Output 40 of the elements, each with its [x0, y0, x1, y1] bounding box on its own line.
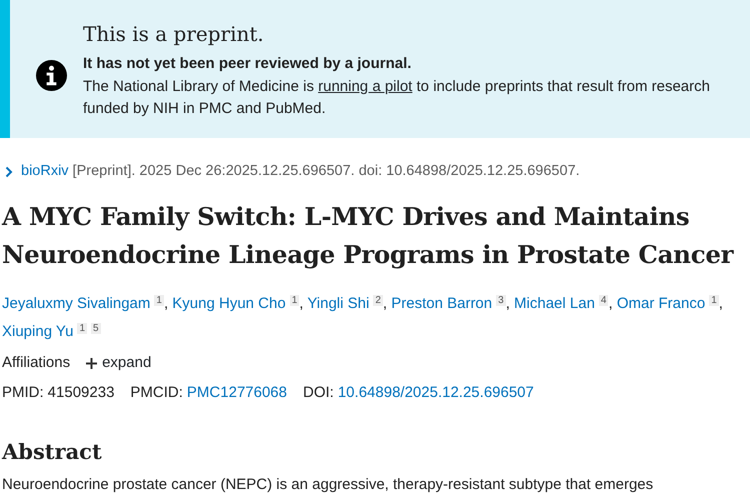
affiliation-number[interactable]: 4: [598, 294, 608, 306]
notice-subtitle: It has not yet been peer reviewed by a journal.: [83, 54, 412, 74]
comma: ,: [164, 294, 168, 312]
affiliation-number[interactable]: 1: [77, 322, 88, 334]
affiliation-number[interactable]: 2: [373, 294, 383, 306]
author-link[interactable]: Michael Lan: [514, 294, 595, 312]
affiliation-number[interactable]: 5: [91, 322, 101, 334]
pilot-link[interactable]: running a pilot: [318, 78, 412, 95]
comma: ,: [718, 294, 723, 312]
notice-title: This is a preprint.: [83, 21, 265, 48]
identifier-link[interactable]: PMC12776068: [186, 384, 287, 402]
affiliations-label: Affiliations: [2, 352, 70, 373]
affiliation-number[interactable]: 1: [709, 294, 719, 306]
comma: ,: [382, 294, 388, 312]
abstract-heading: Abstract: [2, 438, 103, 464]
identifier-value: 41509233: [48, 384, 114, 402]
author-link[interactable]: Preston Barron: [391, 294, 492, 312]
abstract-text: Neuroendocrine prostate cancer (NEPC) is an aggressive, therapy-resistant subtype that emerges: [2, 474, 654, 495]
author-link[interactable]: Xiuping Yu: [2, 322, 74, 340]
author-link[interactable]: Kyung Hyun Cho: [172, 294, 286, 312]
notice-text: The National Library of Medicine is running a pilot to include preprints that result from research funded by NIH in PMC and PubMed.: [83, 76, 711, 120]
identifier-link[interactable]: 10.64898/2025.12.25.696507: [338, 384, 534, 402]
comma: ,: [608, 294, 613, 312]
comma: ,: [506, 294, 510, 312]
affiliation-number[interactable]: 3: [496, 294, 506, 306]
expand-toggle[interactable]: expand: [86, 352, 152, 374]
identifier-label: DOI:: [303, 384, 334, 402]
identifier-label: PMCID:: [130, 384, 183, 402]
author-link[interactable]: Yingli Shi: [307, 294, 370, 312]
citation-text: [Preprint]. 2025 Dec 26:2025.12.25.696507. doi: 10.64898/2025.12.25.696507.: [72, 162, 580, 181]
author-link[interactable]: Jeyaluxmy Sivalingam: [2, 294, 150, 312]
info-icon: [36, 60, 67, 90]
author-link[interactable]: Omar Franco: [616, 294, 706, 312]
identifier-label: PMID:: [2, 384, 44, 402]
affiliation-number[interactable]: 1: [290, 294, 300, 306]
journal-link[interactable]: bioRxiv: [21, 161, 69, 183]
comma: ,: [299, 294, 304, 312]
affiliation-number[interactable]: 1: [154, 294, 164, 306]
chevron-icon: [5, 166, 13, 178]
article-title: A MYC Family Switch: L-MYC Drives and Maintains Neuroendocrine Lineage Programs in Prostate Cancer: [2, 200, 735, 271]
